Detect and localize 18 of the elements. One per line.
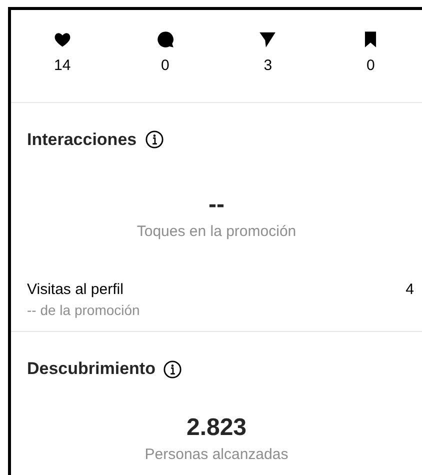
stat-count: 0 (366, 56, 375, 76)
paper-plane-icon (258, 30, 278, 49)
speech-bubble-icon (156, 30, 175, 49)
section-title: Interacciones (27, 129, 137, 151)
metric-value: 2.823 (186, 416, 247, 440)
stat-count: 0 (160, 56, 170, 76)
info-icon[interactable] (163, 360, 182, 378)
metric-value: -- (208, 192, 224, 216)
info-icon[interactable] (144, 130, 164, 150)
row-sublabel: -- de la promoción (27, 302, 140, 320)
heart-icon (52, 30, 72, 49)
stat-count: 14 (54, 56, 71, 76)
row-value: 4 (406, 280, 414, 300)
section-title: Descubrimiento (27, 358, 156, 380)
row-label: Visitas al perfil (27, 280, 124, 300)
stat-count: 3 (264, 56, 272, 76)
metric-label: Personas alcanzadas (144, 446, 288, 464)
metric-label: Toques en la promoción (136, 222, 296, 242)
